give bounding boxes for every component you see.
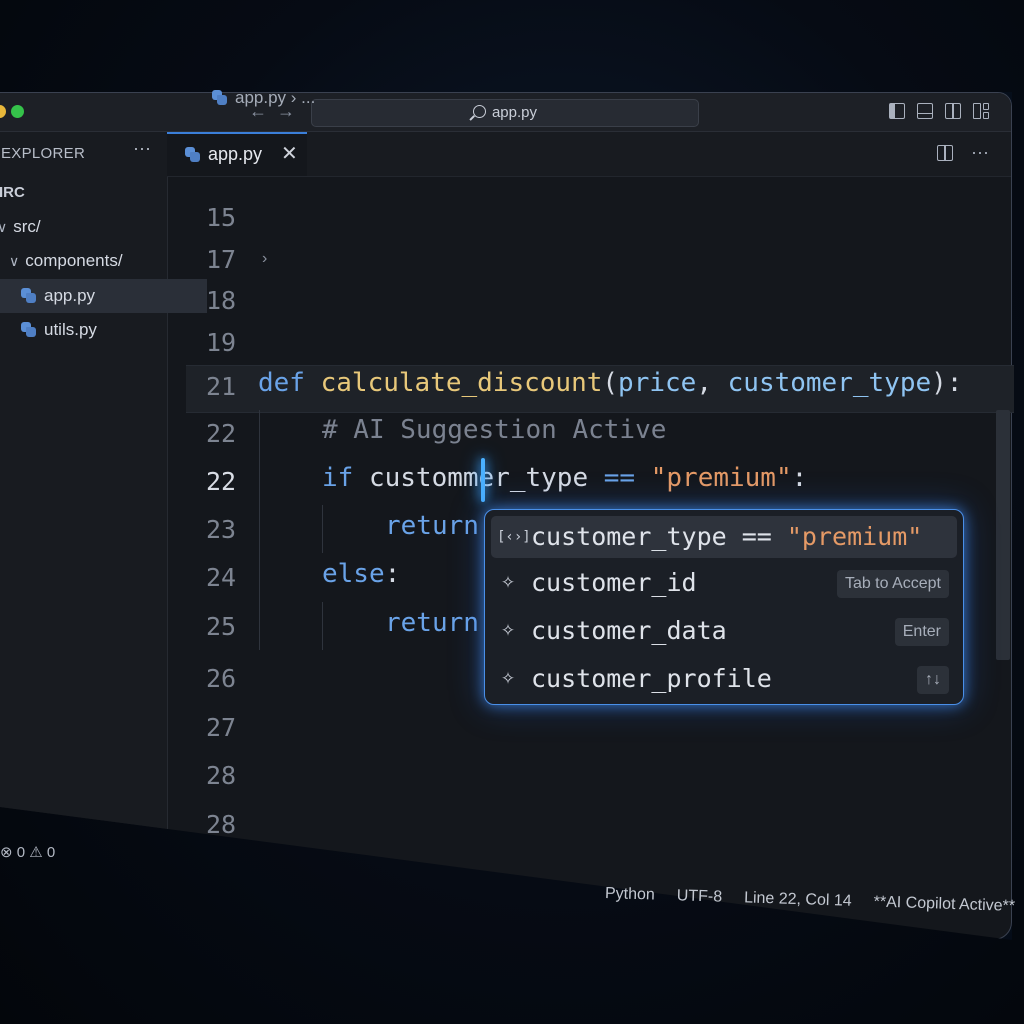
cursor-position[interactable]: Line 22, Col 14 — [744, 889, 852, 910]
tab-app-py[interactable]: app.py ✕ — [167, 132, 307, 176]
code-line-22[interactable]: if custommer_type == "premium": — [322, 463, 807, 493]
customize-layout-icon[interactable] — [973, 103, 989, 119]
breadcrumb-text: app.py › ... — [235, 88, 316, 107]
explorer-sidebar: EXPLORER ··· IRC ∨ src/ ∨ components/ app.… — [0, 132, 207, 939]
fold-arrow-icon[interactable]: › — [262, 250, 267, 268]
tree-folder-components[interactable]: ∨ components/ — [0, 244, 195, 278]
tree-label: components/ — [25, 251, 123, 270]
sparkle-icon: ✧ — [500, 669, 516, 688]
minimize-button[interactable] — [0, 105, 6, 118]
indent-guide — [322, 602, 323, 650]
indent-guide — [259, 410, 260, 650]
punctuation: ): — [931, 368, 963, 398]
tree-label: app.py — [44, 286, 96, 305]
line-number: 23 — [206, 515, 237, 544]
suggestion-item[interactable]: ✧ customer_id Tab to Accept — [491, 562, 957, 604]
suggestion-text: customer_id — [531, 568, 697, 597]
tree-folder-src[interactable]: ∨ src/ — [0, 210, 183, 244]
python-file-icon — [21, 322, 36, 337]
line-number: 22 — [206, 419, 237, 448]
parameter: price — [618, 368, 697, 398]
function-name: calculate_discount — [320, 368, 603, 398]
python-file-icon — [212, 90, 227, 105]
line-number: 22 — [206, 467, 237, 496]
explorer-title: EXPLORER — [1, 145, 86, 162]
operator: == — [603, 463, 636, 493]
punctuation: : — [384, 559, 401, 589]
suggestion-text: customer_data — [531, 616, 727, 645]
string-literal: "premium" — [635, 463, 792, 493]
explorer-more-icon[interactable]: ··· — [133, 138, 151, 159]
close-icon[interactable]: ✕ — [281, 134, 298, 174]
command-search-box[interactable]: app.py — [311, 99, 699, 127]
text-cursor — [481, 458, 485, 502]
search-icon — [472, 105, 486, 118]
toggle-primary-sidebar-icon[interactable] — [889, 103, 905, 119]
tab-label: app.py — [208, 144, 263, 164]
identifier: custommer_type — [353, 463, 604, 493]
suggestion-identifier: customer_type == — [531, 522, 787, 551]
sparkle-icon: ✧ — [500, 621, 516, 640]
search-text: app.py — [491, 104, 538, 121]
chevron-down-icon: ∨ — [9, 253, 20, 269]
layout-controls — [889, 103, 989, 119]
line-number: 15 — [206, 203, 237, 232]
code-comment[interactable]: # AI Suggestion Active — [322, 415, 666, 445]
suggestion-string: "premium" — [786, 522, 923, 551]
tree-file-utils-py[interactable]: utils.py — [0, 313, 207, 347]
breadcrumb[interactable]: app.py › ... — [212, 88, 315, 108]
tree-label: utils.py — [44, 320, 97, 339]
suggestion-item[interactable]: ✧ customer_profile ↑↓ — [491, 658, 957, 700]
line-number: 21 — [206, 372, 237, 401]
problems-status[interactable]: ⊗ 0 ⚠ 0 — [0, 843, 55, 861]
tree-label: src/ — [13, 217, 41, 236]
line-number: 17 — [206, 245, 237, 274]
line-number: 27 — [206, 713, 237, 742]
shortcut-hint: Tab to Accept — [836, 570, 949, 598]
line-number: 26 — [206, 664, 237, 693]
parameter: customer_type — [727, 368, 932, 398]
suggestion-item[interactable]: ✧ customer_data Enter — [491, 610, 957, 652]
shortcut-hint: Enter — [894, 618, 949, 646]
language-mode[interactable]: Python — [605, 885, 655, 905]
snippet-icon: [‹›] — [497, 529, 531, 545]
line-number: 25 — [206, 612, 237, 641]
encoding-status[interactable]: UTF-8 — [676, 887, 723, 906]
more-actions-icon[interactable]: ··· — [971, 142, 989, 163]
line-number: 28 — [206, 761, 237, 790]
code-return[interactable]: return — [385, 608, 479, 638]
chevron-down-icon: ∨ — [0, 210, 7, 244]
suggestion-item[interactable]: [‹›] customer_type == "premium" — [491, 516, 957, 558]
scrollbar-thumb[interactable] — [996, 410, 1010, 660]
suggestion-text: customer_profile — [531, 664, 772, 693]
keyword: if — [322, 463, 354, 493]
line-number: 24 — [206, 563, 237, 592]
indent-guide — [322, 505, 323, 553]
shortcut-hint: ↑↓ — [917, 666, 949, 694]
maximize-button[interactable] — [11, 105, 24, 118]
punctuation: : — [791, 463, 808, 493]
editor-actions: ··· — [937, 142, 989, 163]
code-else[interactable]: else: — [322, 559, 400, 589]
suggestion-text: customer_type == "premium" — [531, 522, 922, 551]
line-number: 18 — [206, 286, 237, 315]
python-file-icon — [185, 147, 200, 162]
separator: , — [696, 368, 728, 398]
keyword: def — [258, 368, 305, 398]
line-number: 28 — [206, 810, 237, 839]
toggle-secondary-sidebar-icon[interactable] — [945, 103, 961, 119]
tree-root[interactable]: IRC — [0, 176, 185, 210]
title-bar: ← → app.py — [0, 93, 1011, 132]
split-editor-icon[interactable] — [937, 144, 954, 161]
code-return[interactable]: return — [385, 511, 479, 541]
python-file-icon — [21, 288, 36, 303]
code-line-21[interactable]: def calculate_discount(price, customer_t… — [258, 368, 962, 398]
line-number: 19 — [206, 328, 237, 357]
toggle-panel-icon[interactable] — [917, 103, 933, 119]
keyword: else — [322, 559, 385, 589]
tree-file-app-py[interactable]: app.py — [0, 279, 207, 313]
autocomplete-popup: [‹›] customer_type == "premium" ✧ custom… — [484, 509, 964, 705]
sparkle-icon: ✧ — [500, 573, 516, 592]
tab-bar: app.py ✕ ··· — [167, 132, 1011, 177]
